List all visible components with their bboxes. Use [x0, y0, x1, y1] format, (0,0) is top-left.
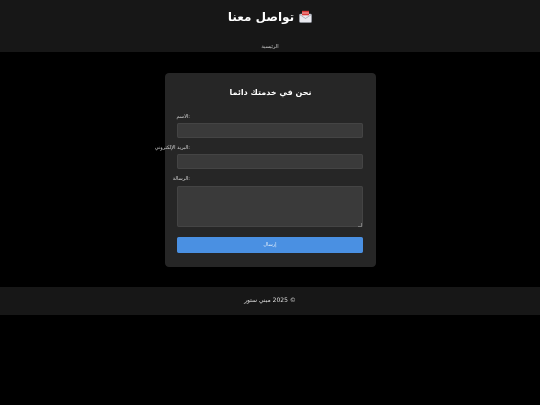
form-heading: نحن في خدمتك دائما [229, 88, 312, 97]
email-field[interactable] [177, 154, 363, 169]
site-header: تواصل معنا الرئيسية [0, 0, 540, 52]
page-title-text: تواصل معنا [227, 10, 295, 24]
footer-year: 2025 [272, 297, 288, 304]
footer-brand: مبني ستور [244, 297, 271, 304]
message-label: :الرسالة [172, 176, 190, 182]
main-nav: الرئيسية [0, 33, 540, 52]
page-title: تواصل معنا [0, 8, 540, 28]
submit-button[interactable]: إرسال [177, 237, 363, 253]
email-label: :البريد الإلكتروني [154, 145, 190, 151]
site-footer: © 2025 مبني ستور [0, 287, 540, 315]
nav-link-home[interactable]: الرئيسية [261, 44, 278, 50]
copyright-symbol: © [289, 297, 296, 304]
footer-copyright: © 2025 مبني ستور [0, 296, 540, 306]
resize-handle-icon[interactable] [358, 223, 362, 227]
message-field[interactable] [177, 186, 363, 227]
contact-form-card: نحن في خدمتك دائما :الاسم :البريد الإلكت… [155, 73, 376, 267]
name-field[interactable] [177, 123, 363, 138]
mailbox-icon [299, 10, 312, 28]
name-label: :الاسم [176, 114, 190, 120]
